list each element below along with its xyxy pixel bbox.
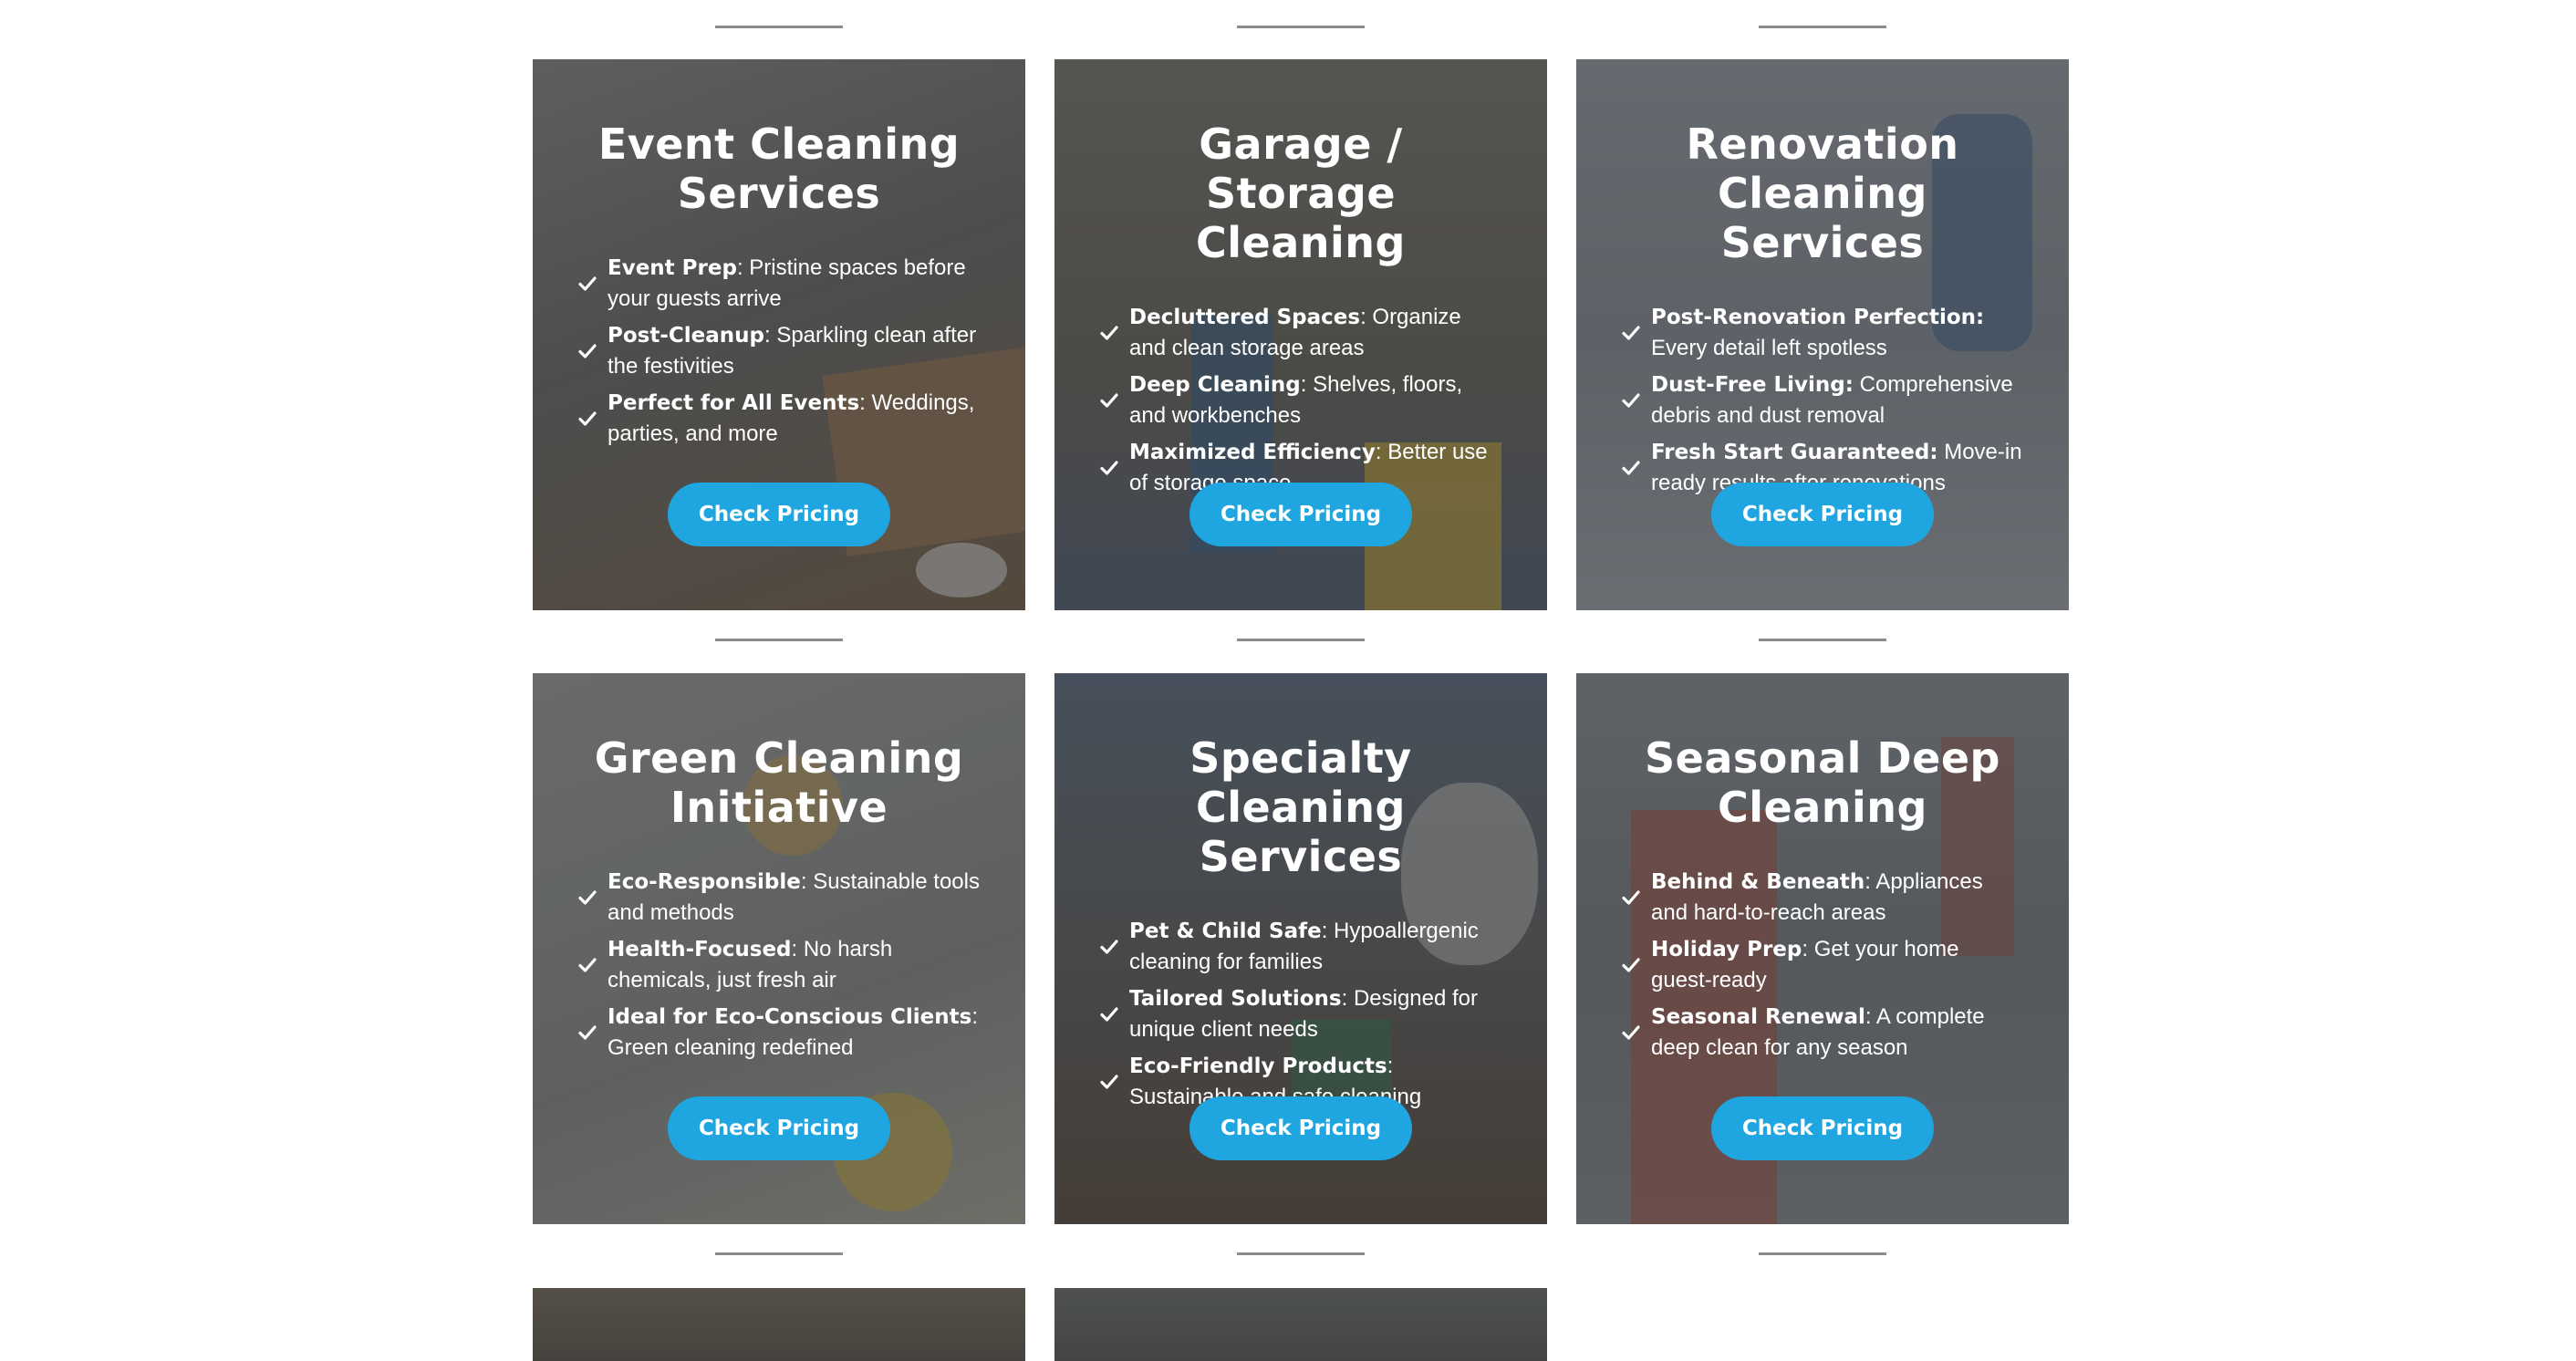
checkmark-icon [578,890,597,905]
divider [715,1252,843,1255]
service-card-garage-storage: Garage / Storage Cleaning Decluttered Sp… [1054,59,1547,610]
feature-item-heading: Post-Cleanup [608,324,764,348]
checkmark-icon [1622,1025,1640,1040]
feature-item-heading: Maximized Efficiency [1129,441,1376,464]
feature-item: Tailored Solutions: Designed for unique … [1100,983,1501,1045]
divider [1759,639,1886,641]
check-pricing-button[interactable]: Check Pricing [667,483,891,546]
checkmark-icon [1622,958,1640,972]
checkmark-icon [1100,393,1118,408]
feature-item-heading: Behind & Beneath [1651,870,1865,894]
feature-item-heading: Decluttered Spaces [1129,306,1361,329]
service-card-green-cleaning: Green Cleaning Initiative Eco-Responsibl… [533,673,1025,1224]
divider [1759,26,1886,28]
feature-item: Decluttered Spaces: Organize and clean s… [1100,302,1501,364]
feature-item: Deep Cleaning: Shelves, floors, and work… [1100,369,1501,431]
checkmark-icon [578,1025,597,1040]
check-pricing-button[interactable]: Check Pricing [1710,1096,1935,1160]
feature-item-heading: Fresh Start Guaranteed: [1651,441,1938,464]
card-title: Garage / Storage Cleaning [1196,119,1406,267]
checkmark-icon [1100,940,1118,954]
feature-list: Event Prep: Pristine spaces before your … [578,253,980,450]
feature-list: Pet & Child Safe: Hypoallergenic cleanin… [1100,916,1501,1113]
feature-item: Pet & Child Safe: Hypoallergenic cleanin… [1100,916,1501,978]
divider [1759,1252,1886,1255]
feature-item: Post-Cleanup: Sparkling clean after the … [578,320,980,382]
feature-item: Eco-Responsible: Sustainable tools and m… [578,867,980,929]
checkmark-icon [1100,461,1118,475]
divider [1237,639,1365,641]
checkmark-icon [1622,461,1640,475]
service-card-specialty: Specialty Cleaning Services Pet & Child … [1054,673,1547,1224]
check-pricing-button[interactable]: Check Pricing [1189,1096,1413,1160]
feature-item: Seasonal Renewal: A complete deep clean … [1622,1002,2023,1064]
feature-item-heading: Deep Cleaning [1129,373,1301,397]
card-title: Seasonal Deep Cleaning [1645,733,2000,832]
checkmark-icon [1622,326,1640,340]
checkmark-icon [1622,393,1640,408]
check-pricing-button[interactable]: Check Pricing [1189,483,1413,546]
divider [1237,26,1365,28]
check-pricing-button[interactable]: Check Pricing [667,1096,891,1160]
service-card-renovation: Renovation Cleaning Services Post-Renova… [1576,59,2069,610]
feature-list: Behind & Beneath: Appliances and hard-to… [1622,867,2023,1064]
feature-list: Eco-Responsible: Sustainable tools and m… [578,867,980,1064]
feature-item-heading: Pet & Child Safe [1129,919,1322,943]
feature-item: Post-Renovation Perfection: Every detail… [1622,302,2023,364]
checkmark-icon [1100,1007,1118,1022]
feature-item-heading: Tailored Solutions [1129,987,1342,1011]
feature-item: Behind & Beneath: Appliances and hard-to… [1622,867,2023,929]
divider [715,639,843,641]
feature-item: Ideal for Eco-Conscious Clients: Green c… [578,1002,980,1064]
checkmark-icon [1100,1075,1118,1089]
check-pricing-button[interactable]: Check Pricing [1710,483,1935,546]
card-title: Green Cleaning Initiative [594,733,964,832]
feature-item-heading: Eco-Responsible [608,870,801,894]
service-card-partial [533,1288,1025,1361]
feature-item-heading: Dust-Free Living: [1651,373,1854,397]
checkmark-icon [578,411,597,426]
feature-item-text: Every detail left spotless [1651,336,1887,360]
card-title: Event Cleaning Services [597,119,961,218]
feature-item-heading: Eco-Friendly Products [1129,1055,1387,1078]
feature-item: Holiday Prep: Get your home guest-ready [1622,934,2023,996]
feature-item-heading: Health-Focused [608,938,792,961]
divider [715,26,843,28]
feature-list: Decluttered Spaces: Organize and clean s… [1100,302,1501,499]
feature-item: Health-Focused: No harsh chemicals, just… [578,934,980,996]
service-card-partial [1054,1288,1547,1361]
feature-item-heading: Seasonal Renewal [1651,1005,1865,1029]
service-card-seasonal-deep: Seasonal Deep Cleaning Behind & Beneath:… [1576,673,2069,1224]
checkmark-icon [578,958,597,972]
checkmark-icon [1622,890,1640,905]
divider [1237,1252,1365,1255]
feature-item-heading: Event Prep [608,256,737,280]
feature-item: Dust-Free Living: Comprehensive debris a… [1622,369,2023,431]
service-card-event-cleaning: Event Cleaning Services Event Prep: Pris… [533,59,1025,610]
checkmark-icon [578,344,597,358]
feature-list: Post-Renovation Perfection: Every detail… [1622,302,2023,499]
feature-item-heading: Holiday Prep [1651,938,1802,961]
feature-item: Perfect for All Events: Weddings, partie… [578,388,980,450]
feature-item-heading: Ideal for Eco-Conscious Clients [608,1005,972,1029]
feature-item-heading: Post-Renovation Perfection: [1651,306,1985,329]
checkmark-icon [1100,326,1118,340]
card-title: Specialty Cleaning Services [1189,733,1412,881]
feature-item: Event Prep: Pristine spaces before your … [578,253,980,315]
feature-item-heading: Perfect for All Events [608,391,860,415]
card-title: Renovation Cleaning Services [1686,119,1959,267]
checkmark-icon [578,276,597,291]
